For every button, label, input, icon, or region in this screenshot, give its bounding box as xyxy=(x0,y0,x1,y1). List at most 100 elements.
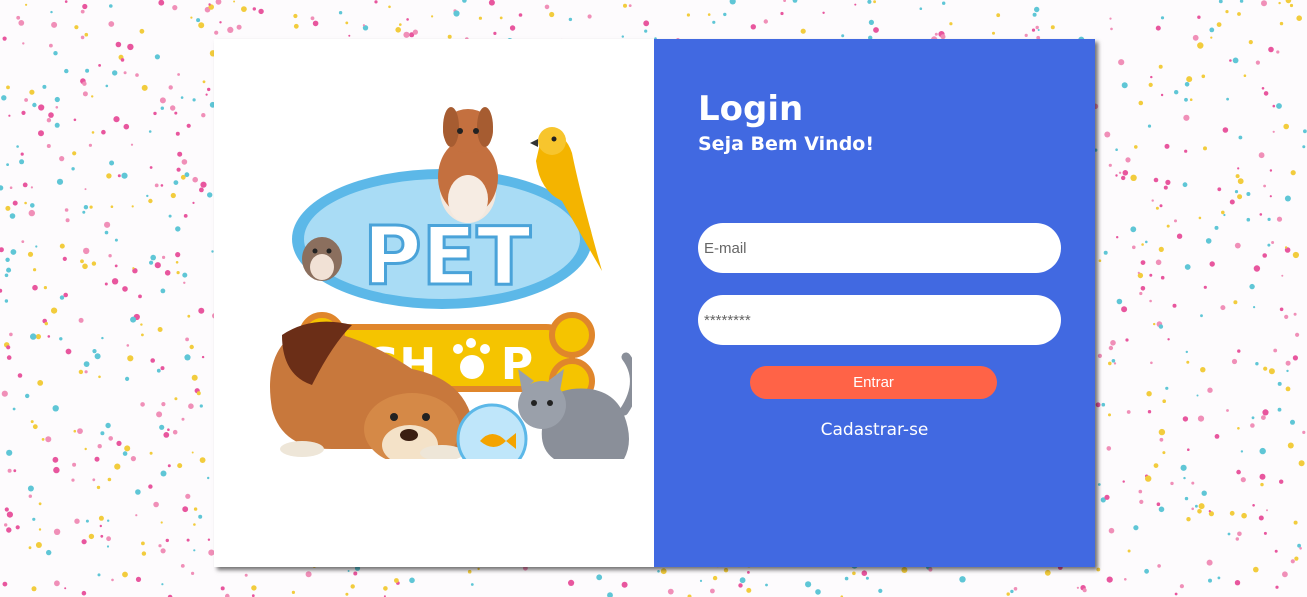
confetti-dot xyxy=(41,438,45,441)
confetti-dot xyxy=(1290,170,1296,176)
confetti-dot xyxy=(72,151,77,156)
confetti-dot xyxy=(6,345,11,350)
confetti-dot xyxy=(1200,367,1206,373)
confetti-dot xyxy=(1302,430,1306,434)
confetti-dot xyxy=(1237,12,1241,16)
email-field[interactable] xyxy=(698,223,1061,273)
confetti-dot xyxy=(105,422,111,429)
confetti-dot xyxy=(1203,285,1207,289)
confetti-dot xyxy=(31,586,37,592)
confetti-dot xyxy=(1108,163,1112,167)
confetti-dot xyxy=(1184,149,1188,153)
confetti-dot xyxy=(160,521,163,524)
confetti-dot xyxy=(1209,261,1215,267)
confetti-dot xyxy=(97,444,102,449)
confetti-dot xyxy=(1140,286,1146,291)
confetti-dot xyxy=(141,541,145,546)
confetti-dot xyxy=(161,402,166,407)
confetti-dot xyxy=(1299,547,1302,550)
confetti-dot xyxy=(109,160,115,166)
confetti-dot xyxy=(1237,349,1241,353)
register-link[interactable]: Cadastrar-se xyxy=(654,420,1095,440)
confetti-dot xyxy=(52,456,59,463)
confetti-dot xyxy=(1237,178,1244,185)
confetti-dot xyxy=(1037,29,1040,31)
confetti-dot xyxy=(1207,387,1213,393)
confetti-dot xyxy=(919,7,923,10)
confetti-dot xyxy=(462,0,467,3)
confetti-dot xyxy=(1246,217,1251,222)
confetti-dot xyxy=(1226,409,1229,412)
confetti-dot xyxy=(1096,567,1101,572)
login-panel: Login Seja Bem Vindo! Entrar Cadastrar-s… xyxy=(654,39,1095,567)
confetti-dot xyxy=(1121,306,1128,313)
confetti-dot xyxy=(53,528,61,535)
confetti-dot xyxy=(183,214,188,218)
confetti-dot xyxy=(130,143,134,146)
confetti-dot xyxy=(27,485,34,492)
confetti-dot xyxy=(1111,359,1116,363)
confetti-dot xyxy=(1197,15,1201,19)
confetti-dot xyxy=(149,166,153,169)
confetti-dot xyxy=(431,15,434,18)
confetti-dot xyxy=(1149,273,1153,277)
confetti-dot xyxy=(1234,190,1239,194)
confetti-dot xyxy=(644,29,648,33)
confetti-dot xyxy=(46,144,51,148)
confetti-dot xyxy=(1277,381,1282,386)
confetti-dot xyxy=(1174,592,1178,596)
confetti-dot xyxy=(24,201,27,205)
login-button[interactable]: Entrar xyxy=(750,366,997,399)
confetti-dot xyxy=(1251,416,1255,420)
confetti-dot xyxy=(215,0,222,5)
confetti-dot xyxy=(198,514,203,519)
confetti-dot xyxy=(470,583,474,586)
confetti-dot xyxy=(4,273,9,278)
confetti-dot xyxy=(146,194,149,198)
confetti-dot xyxy=(1209,27,1215,33)
confetti-dot xyxy=(1134,145,1138,149)
confetti-dot xyxy=(1232,57,1239,64)
confetti-dot xyxy=(1281,274,1284,277)
confetti-dot xyxy=(374,0,378,4)
confetti-dot xyxy=(699,579,703,583)
confetti-dot xyxy=(1145,240,1148,244)
confetti-dot xyxy=(338,11,343,15)
password-field[interactable] xyxy=(698,295,1061,345)
confetti-dot xyxy=(1108,413,1111,417)
confetti-dot xyxy=(1235,537,1240,541)
confetti-dot xyxy=(1164,143,1170,149)
confetti-dot xyxy=(1184,496,1189,501)
confetti-dot xyxy=(1262,253,1267,258)
confetti-dot xyxy=(1303,129,1307,134)
confetti-dot xyxy=(9,213,16,219)
confetti-dot xyxy=(81,590,87,596)
confetti-dot xyxy=(121,172,128,179)
confetti-dot xyxy=(208,3,211,6)
confetti-dot xyxy=(1197,509,1202,514)
confetti-dot xyxy=(623,3,627,8)
confetti-dot xyxy=(1278,1,1281,5)
confetti-dot xyxy=(1208,578,1212,583)
confetti-dot xyxy=(112,70,118,76)
confetti-dot xyxy=(1233,300,1238,305)
confetti-dot xyxy=(82,263,88,270)
confetti-dot xyxy=(1151,199,1154,202)
confetti-dot xyxy=(621,581,628,588)
confetti-dot xyxy=(161,583,164,586)
confetti-dot xyxy=(1290,419,1295,425)
confetti-dot xyxy=(159,97,166,104)
confetti-dot xyxy=(544,4,550,10)
confetti-dot xyxy=(1006,592,1010,596)
confetti-dot xyxy=(1076,586,1079,589)
confetti-dot xyxy=(1160,93,1164,97)
confetti-dot xyxy=(1268,46,1274,53)
confetti-dot xyxy=(35,334,42,340)
confetti-dot xyxy=(1179,584,1184,589)
confetti-dot xyxy=(1255,60,1260,65)
confetti-dot xyxy=(82,81,87,86)
confetti-dot xyxy=(258,8,264,15)
confetti-dot xyxy=(305,571,312,578)
confetti-dot xyxy=(712,20,716,24)
confetti-dot xyxy=(191,451,194,454)
